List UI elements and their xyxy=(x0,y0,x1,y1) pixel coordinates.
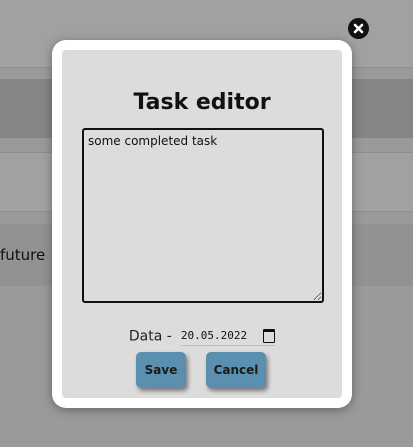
close-button[interactable] xyxy=(348,18,369,39)
modal-title: Task editor xyxy=(133,90,271,115)
date-label: Data - xyxy=(128,328,172,345)
close-icon xyxy=(353,23,364,34)
cancel-button[interactable]: Cancel xyxy=(206,352,266,388)
date-row: Data - 20.05.2022 xyxy=(62,326,342,346)
modal-panel: Task editor some completed task Data - 2… xyxy=(62,50,342,398)
task-editor-modal: Task editor some completed task Data - 2… xyxy=(52,40,352,408)
save-button[interactable]: Save xyxy=(136,352,186,388)
date-value: 20.05.2022 xyxy=(180,328,248,342)
task-text-area[interactable]: some completed task xyxy=(82,128,324,303)
background-row-text: future xyxy=(0,246,46,264)
date-input[interactable]: 20.05.2022 xyxy=(180,328,276,346)
calendar-icon[interactable] xyxy=(263,328,276,343)
